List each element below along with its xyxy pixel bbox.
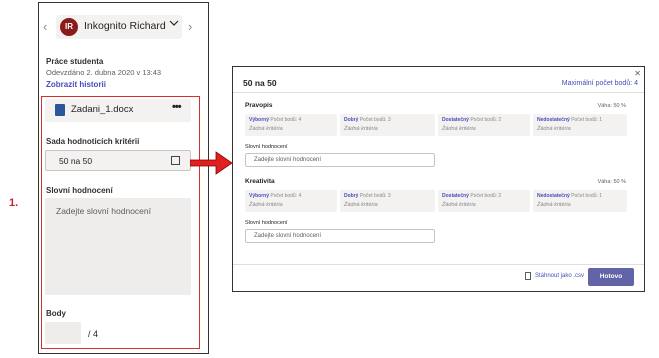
criterion-feedback-label: Slovní hodnocení (245, 144, 288, 150)
level-cell[interactable]: Výborný Počet bodů: 4 Žádná kritéria (245, 190, 337, 212)
level-cell[interactable]: Výborný Počet bodů: 4 Žádná kritéria (245, 114, 337, 136)
dialog-title: 50 na 50 (243, 78, 277, 88)
criterion-name: Pravopis (245, 102, 273, 109)
done-button[interactable]: Hotovo (588, 268, 634, 286)
level-name: Dobrý (344, 117, 359, 123)
student-work-title: Práce studenta (46, 57, 104, 66)
open-rubric-icon[interactable] (171, 156, 180, 165)
level-description: Žádná kritéria (249, 202, 283, 208)
divider (233, 264, 644, 265)
level-name: Nedostatečný (537, 117, 570, 123)
points-input[interactable] (45, 322, 81, 344)
criterion-feedback-label: Slovní hodnocení (245, 220, 288, 226)
show-history-link[interactable]: Zobrazit historii (46, 80, 106, 89)
level-points: Počet bodů: 1 (571, 193, 603, 199)
level-cell[interactable]: Nedostatečný Počet bodů: 1 Žádná kritéri… (533, 190, 627, 212)
level-description: Žádná kritéria (442, 202, 476, 208)
criterion-feedback-placeholder: Zadejte slovní hodnocení (254, 233, 322, 239)
criterion-feedback-placeholder: Zadejte slovní hodnocení (254, 157, 322, 163)
level-points: Počet bodů: 4 (270, 117, 302, 123)
level-points: Počet bodů: 1 (571, 117, 603, 123)
level-description: Žádná kritéria (537, 202, 571, 208)
avatar: IR (60, 18, 78, 36)
level-cell[interactable]: Dobrý Počet bodů: 3 Žádná kritéria (340, 114, 435, 136)
level-name: Dobrý (344, 193, 359, 199)
level-name: Výborný (249, 193, 270, 199)
level-description: Žádná kritéria (344, 202, 378, 208)
chevron-down-icon (169, 19, 179, 29)
student-name: Inkognito Richard (84, 20, 166, 32)
criterion-weight: Váha: 50 % (597, 103, 626, 109)
word-file-icon (55, 104, 65, 116)
level-points: Počet bodů: 3 (359, 193, 391, 199)
level-description: Žádná kritéria (249, 126, 283, 132)
level-cell[interactable]: Dobrý Počet bodů: 3 Žádná kritéria (340, 190, 435, 212)
criterion-name: Kreativita (245, 178, 275, 185)
submitted-date: Odevzdáno 2. dubna 2020 v 13:43 (46, 68, 162, 77)
level-cell[interactable]: Dostatečný Počet bodů: 2 Žádná kritéria (438, 114, 530, 136)
rubric-selector[interactable]: 50 na 50 (45, 150, 191, 171)
download-csv-link[interactable]: Stáhnout jako .csv (535, 273, 584, 279)
divider (233, 92, 644, 93)
level-description: Žádná kritéria (537, 126, 571, 132)
chevron-left-icon[interactable]: ‹ (43, 19, 47, 35)
attachment-card[interactable]: Zadani_1.docx ••• (45, 99, 191, 122)
more-icon[interactable]: ••• (172, 101, 182, 113)
close-icon[interactable]: ✕ (634, 69, 641, 78)
level-name: Dostatečný (442, 193, 469, 199)
level-description: Žádná kritéria (442, 126, 476, 132)
level-cell[interactable]: Nedostatečný Počet bodů: 1 Žádná kritéri… (533, 114, 627, 136)
level-cell[interactable]: Dostatečný Počet bodů: 2 Žádná kritéria (438, 190, 530, 212)
download-icon[interactable] (525, 272, 531, 280)
feedback-textarea[interactable]: Zadejte slovní hodnocení (45, 198, 191, 295)
attachment-name: Zadani_1.docx (71, 104, 134, 115)
student-selector[interactable]: IR Inkognito Richard (56, 15, 182, 39)
level-points: Počet bodů: 2 (470, 193, 502, 199)
level-points: Počet bodů: 3 (359, 117, 391, 123)
rubric-dialog: 50 na 50 Maximální počet bodů: 4 ✕ Pravo… (232, 66, 645, 292)
level-name: Dostatečný (442, 117, 469, 123)
level-points: Počet bodů: 2 (470, 117, 502, 123)
level-name: Nedostatečný (537, 193, 570, 199)
feedback-placeholder: Zadejte slovní hodnocení (56, 206, 151, 216)
criterion-feedback-input[interactable]: Zadejte slovní hodnocení (245, 153, 435, 167)
level-name: Výborný (249, 117, 270, 123)
criterion-weight: Váha: 50 % (597, 179, 626, 185)
points-max: / 4 (88, 329, 99, 339)
step-label: 1. (9, 197, 19, 209)
criterion-feedback-input[interactable]: Zadejte slovní hodnocení (245, 229, 435, 243)
rubric-name: 50 na 50 (59, 156, 93, 166)
level-points: Počet bodů: 4 (270, 193, 302, 199)
max-points: Maximální počet bodů: 4 (561, 80, 638, 87)
chevron-right-icon[interactable]: › (188, 19, 192, 35)
level-description: Žádná kritéria (344, 126, 378, 132)
arrow-icon (190, 151, 233, 175)
